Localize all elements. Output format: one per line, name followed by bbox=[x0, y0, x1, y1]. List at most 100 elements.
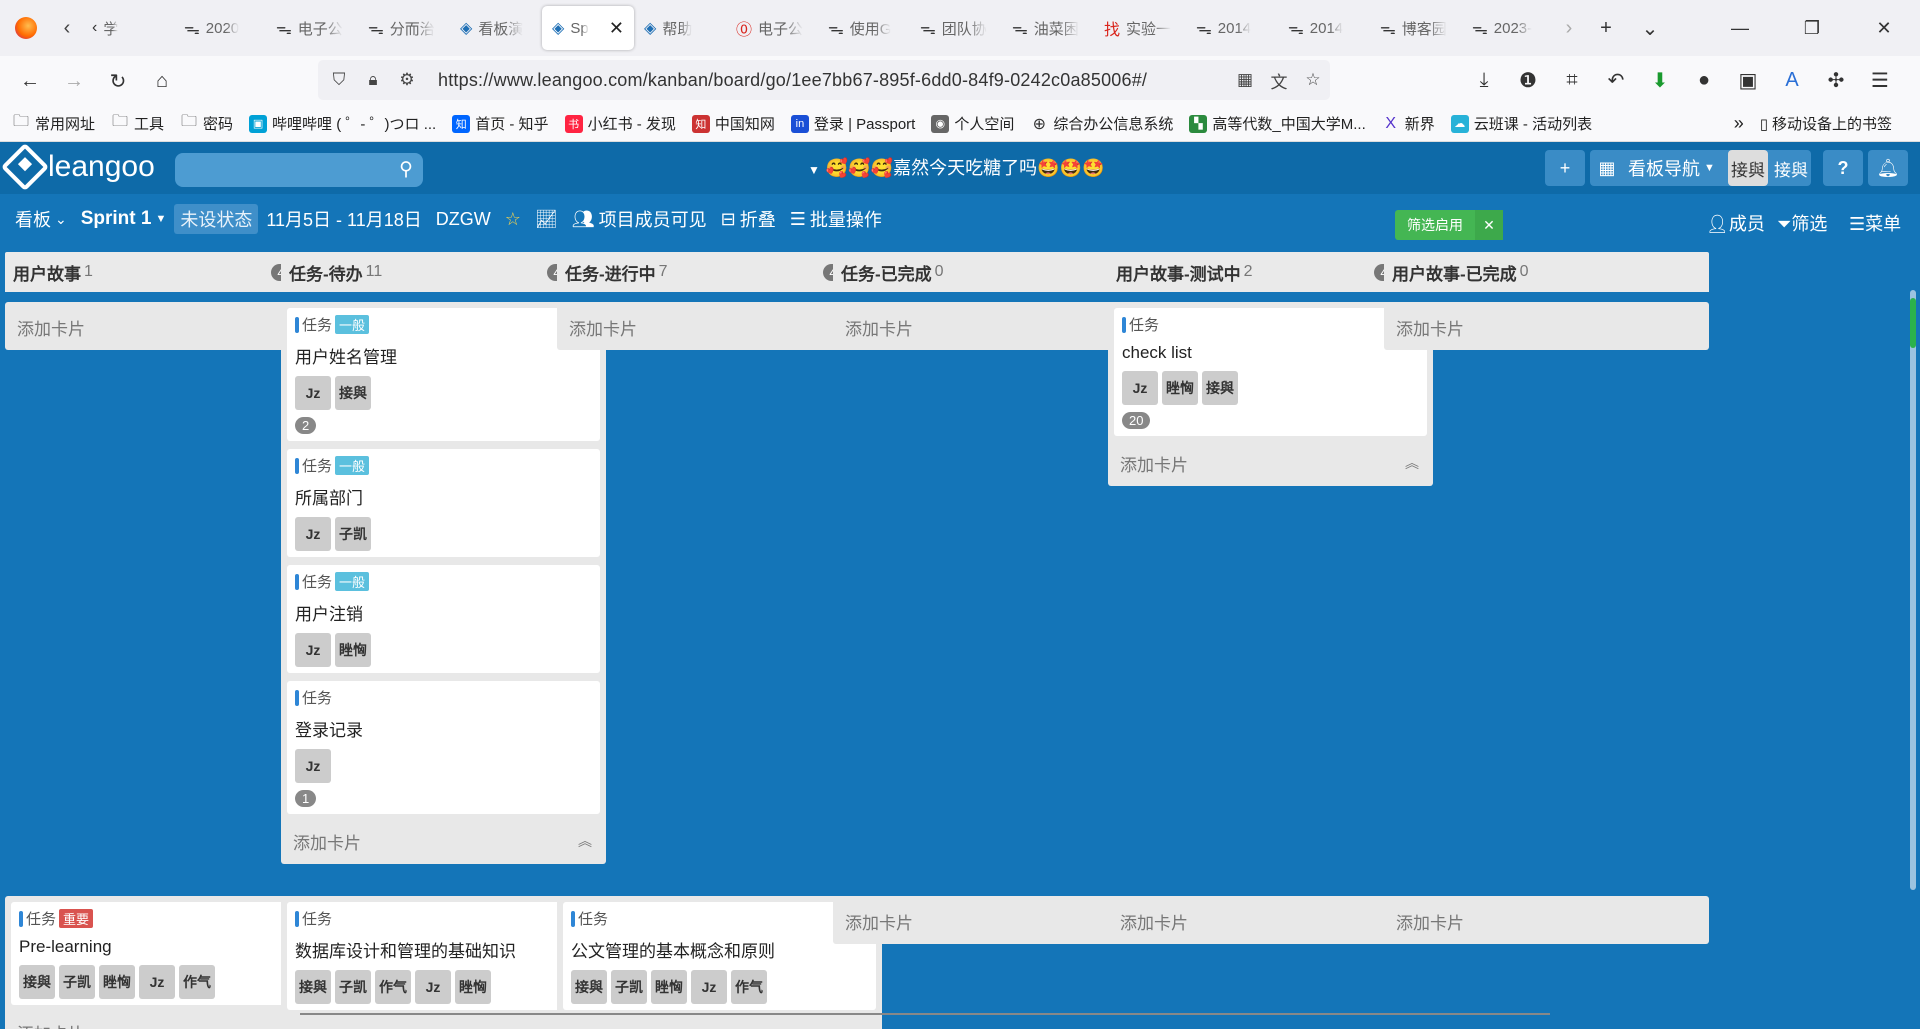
qr-code-icon[interactable]: ▦ bbox=[1228, 63, 1262, 97]
star-icon[interactable]: ☆ bbox=[505, 209, 521, 230]
url-text[interactable]: https://www.leangoo.com/kanban/board/go/… bbox=[438, 70, 1147, 91]
add-card-button[interactable]: 添加卡片 bbox=[563, 1018, 876, 1029]
task-card[interactable]: 任务 重要 Pre-learning 接與 子凯 睉恟 Jz 作气 bbox=[11, 902, 324, 1005]
member-avatar[interactable]: Jz bbox=[295, 517, 331, 551]
bookmark-item[interactable]: ▣ 哔哩哔哩 ( ゜- ゜)つロ ... bbox=[249, 113, 436, 134]
home-icon[interactable]: ⌂ bbox=[140, 61, 184, 101]
translate-icon[interactable]: 文 bbox=[1262, 63, 1296, 97]
forward-icon[interactable]: → bbox=[52, 61, 96, 101]
minimize-icon[interactable]: — bbox=[1704, 6, 1776, 50]
shield-icon[interactable]: ⛉ bbox=[322, 63, 356, 97]
avatar[interactable]: 接與 bbox=[1728, 150, 1768, 186]
visibility-button[interactable]: 👥︎ 项目成员可见 bbox=[572, 206, 707, 232]
close-tab-icon[interactable]: ✕ bbox=[609, 18, 624, 39]
add-button[interactable]: + bbox=[1545, 150, 1585, 186]
member-avatar[interactable]: Jz bbox=[415, 970, 451, 1004]
avatar-2[interactable]: 接與 bbox=[1771, 150, 1811, 186]
address-bar[interactable]: ⛉ 🔒︎ ⚙ https://www.leangoo.com/kanban/bo… bbox=[318, 60, 1330, 100]
add-card-button[interactable]: 添加卡片︽ bbox=[11, 308, 324, 346]
help-button[interactable]: ? bbox=[1823, 150, 1863, 186]
chart-icon[interactable]: 📈︎ bbox=[535, 209, 558, 230]
close-window-icon[interactable]: ✕ bbox=[1848, 6, 1920, 50]
member-avatar[interactable]: Jz bbox=[139, 965, 175, 999]
member-avatar[interactable]: Jz bbox=[295, 633, 331, 667]
add-card-button[interactable]: 添加卡片 bbox=[11, 1013, 324, 1029]
add-card-button[interactable]: 添加卡片 bbox=[839, 902, 1152, 940]
member-avatar[interactable]: 接與 bbox=[19, 965, 55, 999]
bookmark-item[interactable]: X 新界 bbox=[1382, 113, 1434, 134]
view-switch[interactable]: 看板 ⌄ bbox=[15, 206, 67, 232]
add-card-button[interactable]: 添加卡片 bbox=[1390, 902, 1703, 940]
leangoo-logo[interactable]: leangoo bbox=[0, 142, 155, 192]
member-avatar[interactable]: 子凯 bbox=[335, 970, 371, 1004]
bookmark-item[interactable]: 书小红书 - 发现 bbox=[564, 113, 676, 134]
sprint-dates[interactable]: 11月5日 - 11月18日 bbox=[266, 206, 421, 232]
restore-icon[interactable]: ❐ bbox=[1776, 6, 1848, 50]
card-title[interactable]: 登录记录 bbox=[295, 716, 592, 741]
column-header[interactable]: 用户故事-已完成 0 bbox=[1384, 252, 1709, 292]
search-icon[interactable]: ⚲ bbox=[399, 158, 413, 181]
member-avatar[interactable]: 接與 bbox=[335, 376, 371, 410]
task-card[interactable]: 任务 登录记录 Jz 1 bbox=[287, 681, 600, 814]
task-card[interactable]: 任务 公文管理的基本概念和原则 接與 子凯 睉恟 Jz 作气 bbox=[563, 902, 876, 1010]
member-avatar[interactable]: 作气 bbox=[179, 965, 215, 999]
sprint-switch[interactable]: Sprint 1 ▼ bbox=[81, 208, 167, 230]
card-title[interactable]: Pre-learning bbox=[19, 937, 316, 957]
card-title[interactable]: 数据库设计和管理的基础知识 bbox=[295, 937, 592, 962]
reload-icon[interactable]: ↻ bbox=[96, 61, 140, 101]
new-tab-icon[interactable]: + bbox=[1584, 6, 1628, 50]
status-badge[interactable]: 未设状态 bbox=[174, 204, 259, 234]
horizontal-scrollbar[interactable] bbox=[300, 1013, 1550, 1015]
member-avatar[interactable]: Jz bbox=[691, 970, 727, 1004]
bookmark-item[interactable]: 🗀︎ 工具 bbox=[111, 113, 164, 134]
card-title[interactable]: 所属部门 bbox=[295, 484, 592, 509]
menu-button[interactable]: ☰菜单 bbox=[1849, 210, 1901, 236]
bookmark-item[interactable]: ▚ 高等代数_中国大学M... bbox=[1189, 113, 1366, 134]
add-card-button[interactable]: 添加卡片 bbox=[1390, 308, 1703, 346]
chevron-double-up-icon[interactable]: ︽ bbox=[1405, 453, 1419, 473]
card-title[interactable]: 用户注销 bbox=[295, 600, 592, 625]
filter-button[interactable]: ⏷筛选 bbox=[1777, 210, 1827, 236]
scrollbar[interactable] bbox=[1910, 290, 1916, 890]
bookmark-item[interactable]: ☁ 云班课 - 活动列表 bbox=[1450, 113, 1592, 134]
hamburger-icon[interactable]: ☰ bbox=[1858, 60, 1902, 100]
member-avatar[interactable]: Jz bbox=[295, 749, 331, 783]
browser-tab[interactable]: ᯓ 2020 bbox=[174, 6, 266, 50]
filter-enabled-badge[interactable]: 筛选启用 ✕ bbox=[1395, 210, 1503, 240]
chevron-double-up-icon[interactable]: ︽ bbox=[578, 831, 592, 851]
star-icon[interactable]: ☆ bbox=[1296, 63, 1330, 97]
permissions-icon[interactable]: ⚙ bbox=[390, 63, 424, 97]
add-card-button[interactable]: 添加卡片︽ bbox=[1114, 444, 1427, 482]
add-card-button[interactable]: 添加卡片︽ bbox=[563, 308, 876, 346]
browser-tab[interactable]: ᯓ 团队协 bbox=[910, 6, 1002, 50]
add-card-button[interactable]: 添加卡片 bbox=[287, 1018, 600, 1029]
bookmark-item[interactable]: 🗀︎ 常用网址 bbox=[12, 113, 95, 134]
card-title[interactable]: 公文管理的基本概念和原则 bbox=[571, 937, 868, 962]
member-avatar[interactable]: 接與 bbox=[571, 970, 607, 1004]
browser-tab[interactable]: ‹ 学 bbox=[82, 6, 174, 50]
container-icon[interactable]: ▣ bbox=[1726, 60, 1770, 100]
back-icon[interactable]: ← bbox=[8, 61, 52, 101]
bell-icon[interactable]: 🔔︎ bbox=[1868, 150, 1908, 186]
add-card-button[interactable]: 添加卡片︽ bbox=[287, 822, 600, 860]
firefox-icon[interactable] bbox=[0, 0, 52, 56]
password-icon[interactable]: ❶ bbox=[1506, 60, 1550, 100]
member-avatar[interactable]: 睉恟 bbox=[335, 633, 371, 667]
add-card-button[interactable]: 添加卡片 bbox=[839, 308, 1152, 346]
search-input[interactable]: ⚲ bbox=[175, 153, 423, 187]
clear-filter-icon[interactable]: ✕ bbox=[1475, 210, 1503, 240]
chevron-right-icon[interactable]: › bbox=[1554, 8, 1584, 48]
browser-tab[interactable]: ᯓ 电子公 bbox=[266, 6, 358, 50]
browser-tab[interactable]: ᯓ 油菜困 bbox=[1002, 6, 1094, 50]
task-card[interactable]: 任务 数据库设计和管理的基础知识 接與 子凯 作气 Jz 睉恟 bbox=[287, 902, 600, 1010]
bookmark-item[interactable]: in 登录 | Passport bbox=[790, 113, 915, 134]
task-card[interactable]: 任务 一般 用户姓名管理 Jz 接與 2 bbox=[287, 308, 600, 441]
board-title[interactable]: ▼ 🥰🥰🥰嘉然今天吃糖了吗🤩🤩🤩 bbox=[808, 154, 1104, 180]
bookmark-item[interactable]: ◉ 个人空间 bbox=[931, 113, 1014, 134]
bookmark-item[interactable]: ⊕ 综合办公信息系统 bbox=[1030, 113, 1174, 134]
tab-list-icon[interactable]: ⌄ bbox=[1628, 6, 1672, 50]
member-avatar[interactable]: 睉恟 bbox=[651, 970, 687, 1004]
browser-tab[interactable]: ◈ 看板演 bbox=[450, 6, 542, 50]
chevron-left-icon[interactable]: ‹ bbox=[52, 8, 82, 48]
puzzle-icon[interactable]: ✣ bbox=[1814, 60, 1858, 100]
